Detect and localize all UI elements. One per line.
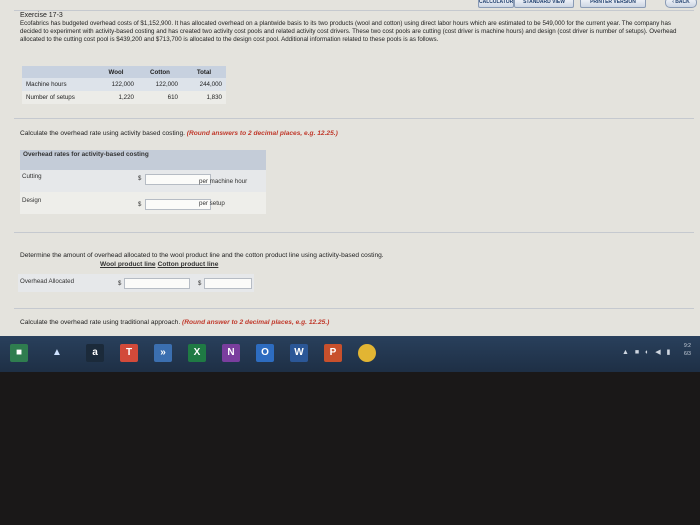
cell-value: 610 xyxy=(138,91,182,104)
browser-viewport: CALCULATOR STANDARD VIEW PRINTER VERSION… xyxy=(0,0,700,372)
amazon-icon[interactable]: a xyxy=(86,344,104,362)
row-label: Number of setups xyxy=(22,91,94,104)
rounding-hint: (Round answer to 2 decimal places, e.g. … xyxy=(182,319,330,326)
overhead-allocated-label: Overhead Allocated xyxy=(20,278,75,285)
table-row: Machine hours 122,000 122,000 244,000 xyxy=(22,78,226,91)
clock-date: 6/3 xyxy=(684,351,691,357)
table-header-cotton: Cotton xyxy=(138,66,182,78)
chrome-icon[interactable] xyxy=(358,344,376,362)
taskbar: ■ ▲ a T » X N O W P ▲ ■ ◐ ◀ ▮ 9:2 6/3 xyxy=(0,336,700,372)
cotton-overhead-input[interactable] xyxy=(204,278,252,289)
dollar-sign: $ xyxy=(118,281,122,287)
divider xyxy=(14,118,694,119)
divider xyxy=(14,10,694,11)
cell-value: 1,830 xyxy=(182,91,226,104)
calculator-button[interactable]: CALCULATOR xyxy=(478,0,514,8)
allocation-header: Wool product line Cotton product line xyxy=(100,261,220,268)
printer-version-button[interactable]: PRINTER VERSION xyxy=(580,0,646,8)
cell-value: 244,000 xyxy=(182,78,226,91)
clock-time: 9:2 xyxy=(684,343,691,349)
standard-view-button[interactable]: STANDARD VIEW xyxy=(514,0,574,8)
dollar-sign: $ xyxy=(198,281,202,287)
back-button[interactable]: ‹ BACK xyxy=(665,0,697,8)
word-icon[interactable]: W xyxy=(290,344,308,362)
onenote-icon[interactable]: N xyxy=(222,344,240,362)
table-header-wool: Wool xyxy=(94,66,138,78)
question-text: Calculate the overhead rate using activi… xyxy=(20,130,185,137)
cell-value: 122,000 xyxy=(138,78,182,91)
cost-driver-table: Wool Cotton Total Machine hours 122,000 … xyxy=(22,66,246,104)
search-icon[interactable]: ▲ xyxy=(48,344,66,362)
powerpoint-icon[interactable]: P xyxy=(324,344,342,362)
question-traditional-rate: Calculate the overhead rate using tradit… xyxy=(20,319,329,326)
start-icon[interactable]: ■ xyxy=(10,344,28,362)
rounding-hint: (Round answers to 2 decimal places, e.g.… xyxy=(186,130,338,137)
outlook-icon[interactable]: O xyxy=(256,344,274,362)
question-abc-rate: Calculate the overhead rate using activi… xyxy=(20,130,338,137)
overhead-allocated-row: Overhead Allocated $ $ xyxy=(18,274,254,292)
design-unit: per setup xyxy=(199,200,225,207)
excel-icon[interactable]: X xyxy=(188,344,206,362)
wool-overhead-input[interactable] xyxy=(124,278,190,289)
cell-value: 122,000 xyxy=(94,78,138,91)
dollar-sign: $ xyxy=(138,176,142,182)
wool-column-header: Wool product line xyxy=(100,261,156,268)
divider xyxy=(14,232,694,233)
table-row: Number of setups 1,220 610 1,830 xyxy=(22,91,226,104)
question-allocation: Determine the amount of overhead allocat… xyxy=(20,252,384,259)
cutting-label: Cutting xyxy=(22,173,42,180)
cotton-column-header: Cotton product line xyxy=(157,261,219,268)
table-header-total: Total xyxy=(182,66,226,78)
exercise-title: Exercise 17-3 xyxy=(20,12,63,19)
clock: 9:2 6/3 xyxy=(684,342,691,358)
cutting-unit: per machine hour xyxy=(199,178,248,185)
design-label: Design xyxy=(22,197,42,204)
overhead-rates-header: Overhead rates for activity-based costin… xyxy=(20,150,266,170)
question-text: Calculate the overhead rate using tradit… xyxy=(20,319,181,326)
top-toolbar: CALCULATOR STANDARD VIEW PRINTER VERSION… xyxy=(0,0,700,14)
cell-value: 1,220 xyxy=(94,91,138,104)
dollar-sign: $ xyxy=(138,202,142,208)
design-row: Design $ per setup xyxy=(20,192,266,214)
row-label: Machine hours xyxy=(22,78,94,91)
overhead-rates-panel: Overhead rates for activity-based costin… xyxy=(20,150,266,216)
system-tray: ▲ ■ ◐ ◀ ▮ xyxy=(622,349,673,356)
forward-icon[interactable]: » xyxy=(154,344,172,362)
exercise-intro: Ecofabrics has budgeted overhead costs o… xyxy=(20,20,677,43)
table-header xyxy=(22,66,94,78)
todoist-icon[interactable]: T xyxy=(120,344,138,362)
divider xyxy=(14,308,694,309)
cutting-row: Cutting $ per machine hour xyxy=(20,170,266,192)
